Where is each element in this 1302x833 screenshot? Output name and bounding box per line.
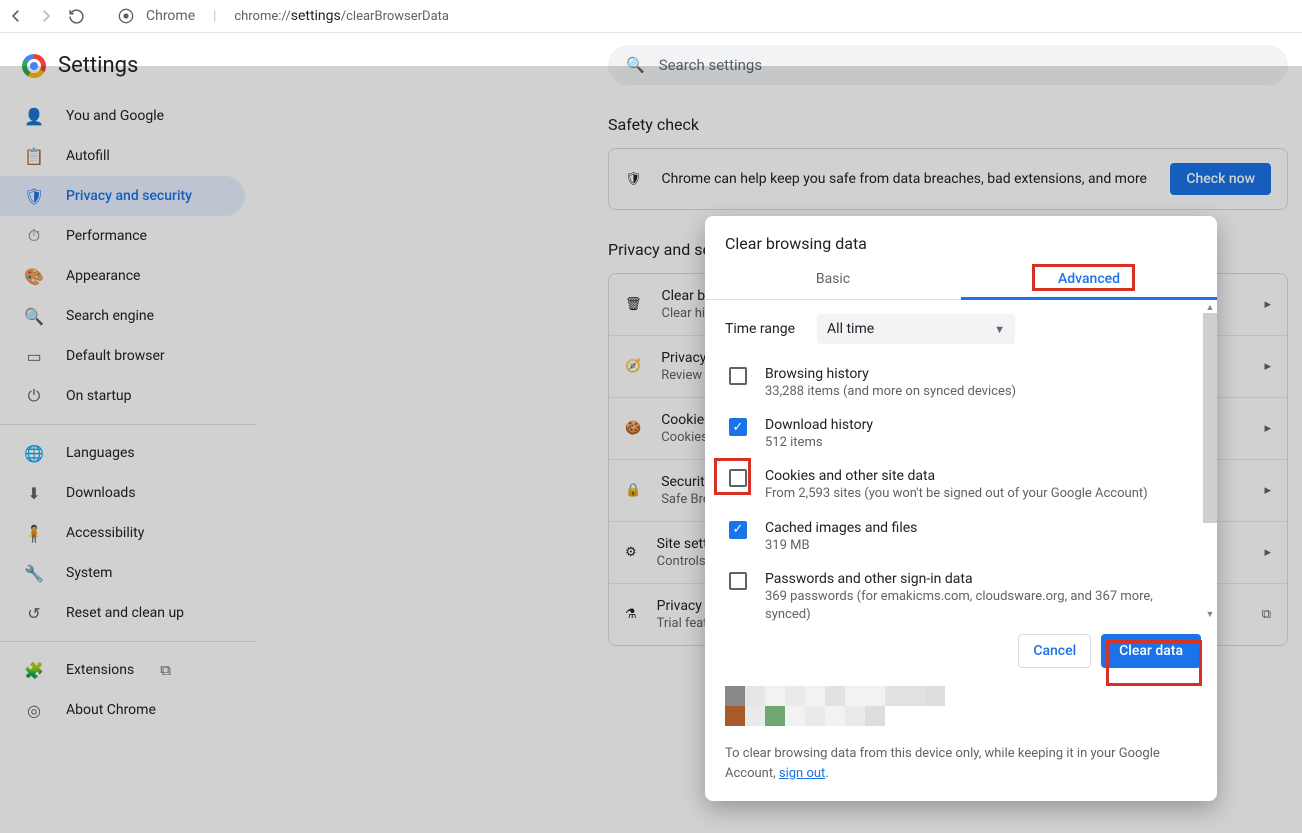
- browser-toolbar: Chrome | chrome://settings/clearBrowserD…: [0, 0, 1302, 33]
- sign-out-link[interactable]: sign out: [779, 766, 825, 781]
- tab-advanced[interactable]: Advanced: [961, 261, 1217, 299]
- url-field[interactable]: chrome://settings/clearBrowserData: [234, 8, 449, 24]
- dialog-scrollbar[interactable]: ▲ ▼: [1203, 300, 1217, 622]
- checkbox-download-history[interactable]: ✓: [729, 418, 747, 436]
- site-info-icon[interactable]: [116, 6, 136, 26]
- checkbox-cookies[interactable]: [729, 469, 747, 487]
- option-download-history[interactable]: ✓ Download history512 items: [725, 409, 1209, 460]
- checkbox-browsing-history[interactable]: [729, 367, 747, 385]
- cancel-button[interactable]: Cancel: [1018, 634, 1091, 668]
- option-passwords[interactable]: Passwords and other sign-in data369 pass…: [725, 563, 1209, 622]
- time-range-select[interactable]: All time ▼: [817, 314, 1015, 344]
- clear-data-button[interactable]: Clear data: [1101, 634, 1201, 668]
- option-cookies[interactable]: Cookies and other site dataFrom 2,593 si…: [725, 460, 1209, 511]
- checkbox-cached[interactable]: ✓: [729, 521, 747, 539]
- tab-basic[interactable]: Basic: [705, 261, 961, 299]
- scroll-thumb[interactable]: [1203, 313, 1217, 523]
- reload-icon[interactable]: [66, 6, 86, 26]
- account-avatar-blur: [725, 686, 1197, 732]
- checkbox-passwords[interactable]: [729, 572, 747, 590]
- dialog-footer-note: To clear browsing data from this device …: [705, 732, 1217, 801]
- time-range-label: Time range: [725, 321, 795, 337]
- option-browsing-history[interactable]: Browsing history33,288 items (and more o…: [725, 358, 1209, 409]
- dialog-tabs: Basic Advanced: [705, 261, 1217, 300]
- forward-icon[interactable]: [36, 6, 56, 26]
- dialog-title: Clear browsing data: [705, 216, 1217, 261]
- clear-browsing-data-dialog: Clear browsing data Basic Advanced Time …: [705, 216, 1217, 801]
- scroll-down-icon[interactable]: ▼: [1206, 609, 1215, 620]
- option-cached[interactable]: ✓ Cached images and files319 MB: [725, 512, 1209, 563]
- url-app: Chrome: [146, 8, 195, 24]
- chevron-down-icon: ▼: [994, 323, 1005, 336]
- back-icon[interactable]: [6, 6, 26, 26]
- scroll-up-icon[interactable]: ▲: [1206, 302, 1215, 313]
